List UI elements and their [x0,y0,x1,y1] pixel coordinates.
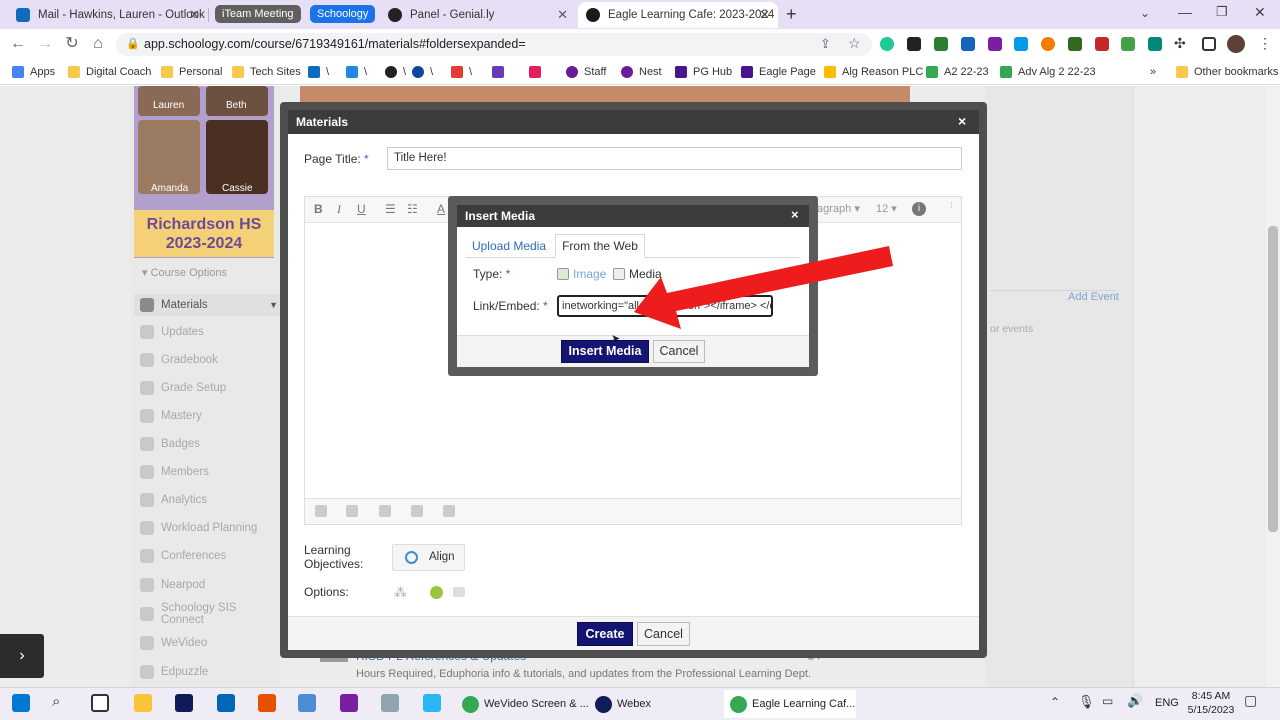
expand-sidebar-button[interactable]: › [0,634,44,678]
chrome-icon [730,695,747,713]
notifications-icon[interactable]: ▢ [1244,692,1257,709]
app-icon[interactable] [298,694,316,712]
clock-time: 8:45 AM [1191,690,1231,702]
clock-date: 5/15/2023 [1187,704,1235,716]
annotation-arrow-icon [634,246,893,329]
app-icon[interactable] [258,694,276,712]
language-indicator[interactable]: ENG [1155,697,1179,709]
windows-start-icon[interactable] [12,694,30,712]
taskbar-app-wevideo[interactable]: WeVideo Screen & ... [456,690,589,718]
volume-icon[interactable]: 🔊 [1127,693,1143,709]
taskbar-app-eagle-cafe[interactable]: Eagle Learning Caf... [724,690,856,718]
webex-icon [595,695,612,713]
taskbar-app-webex[interactable]: Webex [589,690,713,718]
chrome-icon [462,695,479,713]
webex-icon[interactable] [175,694,193,712]
search-icon[interactable]: ⌕ [52,693,60,710]
app-icon[interactable] [381,694,399,712]
task-view-icon[interactable] [91,694,109,712]
battery-icon[interactable]: ▭ [1102,694,1113,708]
store-icon[interactable] [217,694,235,712]
file-explorer-icon[interactable] [134,694,152,712]
app-icon[interactable] [423,694,441,712]
system-clock[interactable]: 8:45 AM 5/15/2023 [1186,689,1236,717]
microphone-icon[interactable]: 🎙 [1078,694,1095,710]
show-hidden-icons-icon[interactable]: ⌃ [1050,695,1060,709]
onenote-icon[interactable] [340,694,358,712]
